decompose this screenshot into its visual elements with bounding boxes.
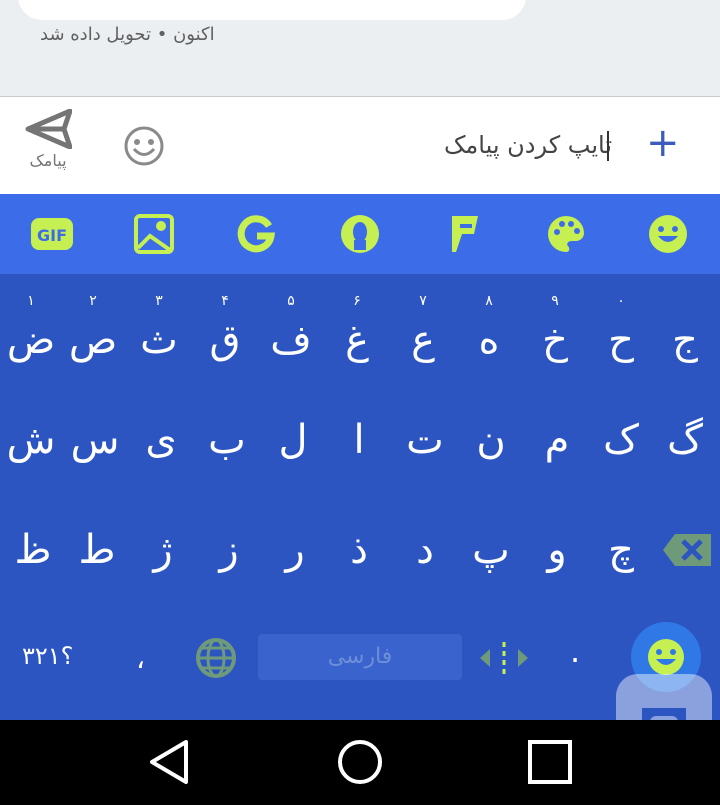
key[interactable]: ژ <box>132 506 194 594</box>
key[interactable]: ۹خ <box>524 294 586 384</box>
backspace-icon <box>663 534 711 566</box>
key[interactable]: ۴ق <box>194 294 256 384</box>
map-icon[interactable] <box>134 214 174 254</box>
cursor-arrows-icon <box>480 642 528 674</box>
compose-bar: پیامک + <box>0 97 720 194</box>
key[interactable]: ر <box>264 506 326 594</box>
key[interactable]: پ <box>460 506 522 594</box>
key[interactable]: ذ <box>328 506 390 594</box>
backspace-key[interactable] <box>660 506 714 594</box>
key[interactable]: و <box>526 506 588 594</box>
key[interactable]: ا <box>328 396 390 484</box>
key[interactable]: م <box>526 396 588 484</box>
key[interactable]: ز <box>198 506 260 594</box>
key[interactable]: ن <box>460 396 522 484</box>
key[interactable]: ۶غ <box>326 294 388 384</box>
globe-icon <box>196 638 236 678</box>
message-input[interactable] <box>250 121 614 169</box>
key[interactable]: ۱ض <box>0 294 62 384</box>
key[interactable]: ک <box>590 396 652 484</box>
key[interactable]: ۲ص <box>62 294 124 384</box>
key[interactable]: د <box>394 506 456 594</box>
palette-icon[interactable] <box>546 214 586 254</box>
keyboard: ۱ض ۲ص ۳ث ۴ق ۵ف ۶غ ۷ع ۸ه ۹خ ۰ح ج ش س ی ب … <box>0 274 720 720</box>
send-label: پیامک <box>29 151 67 170</box>
cursor-move-key[interactable] <box>476 640 532 680</box>
gif-icon[interactable]: GIF <box>30 214 73 254</box>
text-caret <box>607 131 609 161</box>
contact-icon[interactable] <box>340 214 380 254</box>
svg-text:GIF: GIF <box>37 226 67 245</box>
key[interactable]: ظ <box>2 506 64 594</box>
key[interactable]: ط <box>66 506 128 594</box>
key[interactable]: ۰ح <box>590 294 652 384</box>
space-key[interactable]: فارسی <box>258 634 462 680</box>
key[interactable]: ۳ث <box>128 294 190 384</box>
key[interactable]: ب <box>196 396 258 484</box>
foursquare-icon[interactable] <box>444 214 484 254</box>
symbols-key[interactable]: ؟۳۲۱ <box>22 642 73 670</box>
period-key[interactable]: . <box>570 632 580 670</box>
recents-icon[interactable] <box>526 738 574 786</box>
key[interactable]: ۸ه <box>458 294 520 384</box>
emoji-panel-icon[interactable] <box>648 214 688 254</box>
key[interactable]: ی <box>130 396 192 484</box>
key[interactable]: س <box>64 396 126 484</box>
key[interactable]: ۷ع <box>392 294 454 384</box>
key[interactable]: ت <box>394 396 456 484</box>
key[interactable]: ش <box>0 396 62 484</box>
keyboard-toolbar: GIF <box>0 194 720 274</box>
message-bubble[interactable] <box>18 0 526 20</box>
key[interactable]: چ <box>590 506 652 594</box>
emoji-button[interactable] <box>122 124 166 172</box>
back-icon[interactable] <box>146 738 194 786</box>
home-icon[interactable] <box>336 738 384 786</box>
language-switch-key[interactable] <box>194 636 238 684</box>
send-icon <box>25 109 72 149</box>
key[interactable]: ل <box>262 396 324 484</box>
google-icon[interactable] <box>236 214 276 254</box>
attach-plus-icon[interactable]: + <box>646 123 680 163</box>
key[interactable]: گ <box>654 396 716 484</box>
key[interactable]: ج <box>654 296 716 384</box>
comma-key[interactable]: ، <box>136 642 145 675</box>
navigation-bar <box>0 720 720 805</box>
delivery-status: اکنون • تحویل داده شد <box>40 24 215 45</box>
smiley-icon <box>124 126 164 166</box>
send-button[interactable]: پیامک <box>18 109 78 183</box>
conversation-area: اکنون • تحویل داده شد <box>0 0 720 97</box>
key[interactable]: ۵ف <box>260 294 322 384</box>
